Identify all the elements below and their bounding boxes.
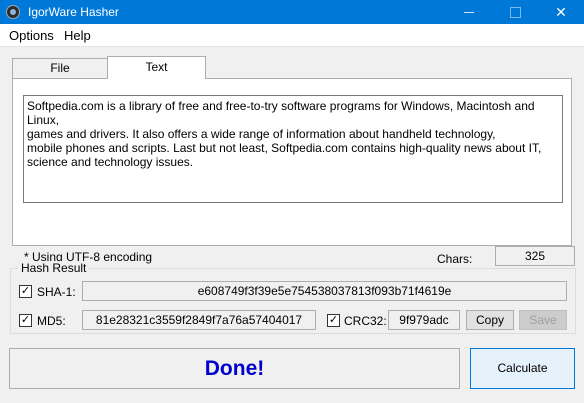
calculate-button[interactable]: Calculate <box>470 348 575 389</box>
minimize-icon <box>464 12 474 14</box>
crc32-checkbox[interactable]: ✓ <box>327 314 340 327</box>
crc32-label: CRC32: <box>344 314 387 328</box>
chars-label: Chars: <box>437 252 473 266</box>
tab-text[interactable]: Text <box>107 56 206 79</box>
md5-label: MD5: <box>37 314 66 328</box>
maximize-button[interactable] <box>492 0 538 24</box>
sha1-value[interactable]: e608749f3f39e5e754538037813f093b71f4619e <box>82 281 567 301</box>
menu-help[interactable]: Help <box>64 28 91 43</box>
hash-result-title: Hash Result <box>18 261 90 275</box>
main-window-client: File Text Softpedia.com is a library of … <box>0 47 584 403</box>
save-button[interactable]: Save <box>519 310 567 330</box>
minimize-button[interactable] <box>446 0 492 24</box>
maximize-icon <box>509 7 521 19</box>
sha1-label: SHA-1: <box>37 285 76 299</box>
menu-bar: Options Help <box>0 24 584 47</box>
crc32-value[interactable]: 9f979adc <box>388 310 460 330</box>
title-bar[interactable]: IgorWare Hasher ✕ <box>0 0 584 24</box>
close-button[interactable]: ✕ <box>538 0 584 24</box>
app-icon <box>6 5 20 19</box>
tab-file[interactable]: File <box>12 58 108 79</box>
copy-button[interactable]: Copy <box>466 310 514 330</box>
menu-options[interactable]: Options <box>9 28 54 43</box>
window-title: IgorWare Hasher <box>28 5 119 19</box>
md5-value[interactable]: 81e28321c3559f2849f7a76a57404017 <box>82 310 316 330</box>
close-icon: ✕ <box>555 4 567 20</box>
sha1-checkbox[interactable]: ✓ <box>19 285 32 298</box>
md5-checkbox[interactable]: ✓ <box>19 314 32 327</box>
status-message: Done! <box>9 348 460 389</box>
input-text-area[interactable]: Softpedia.com is a library of free and f… <box>23 95 563 203</box>
text-tab-panel: Softpedia.com is a library of free and f… <box>12 78 575 266</box>
chars-count: 325 <box>495 246 575 266</box>
